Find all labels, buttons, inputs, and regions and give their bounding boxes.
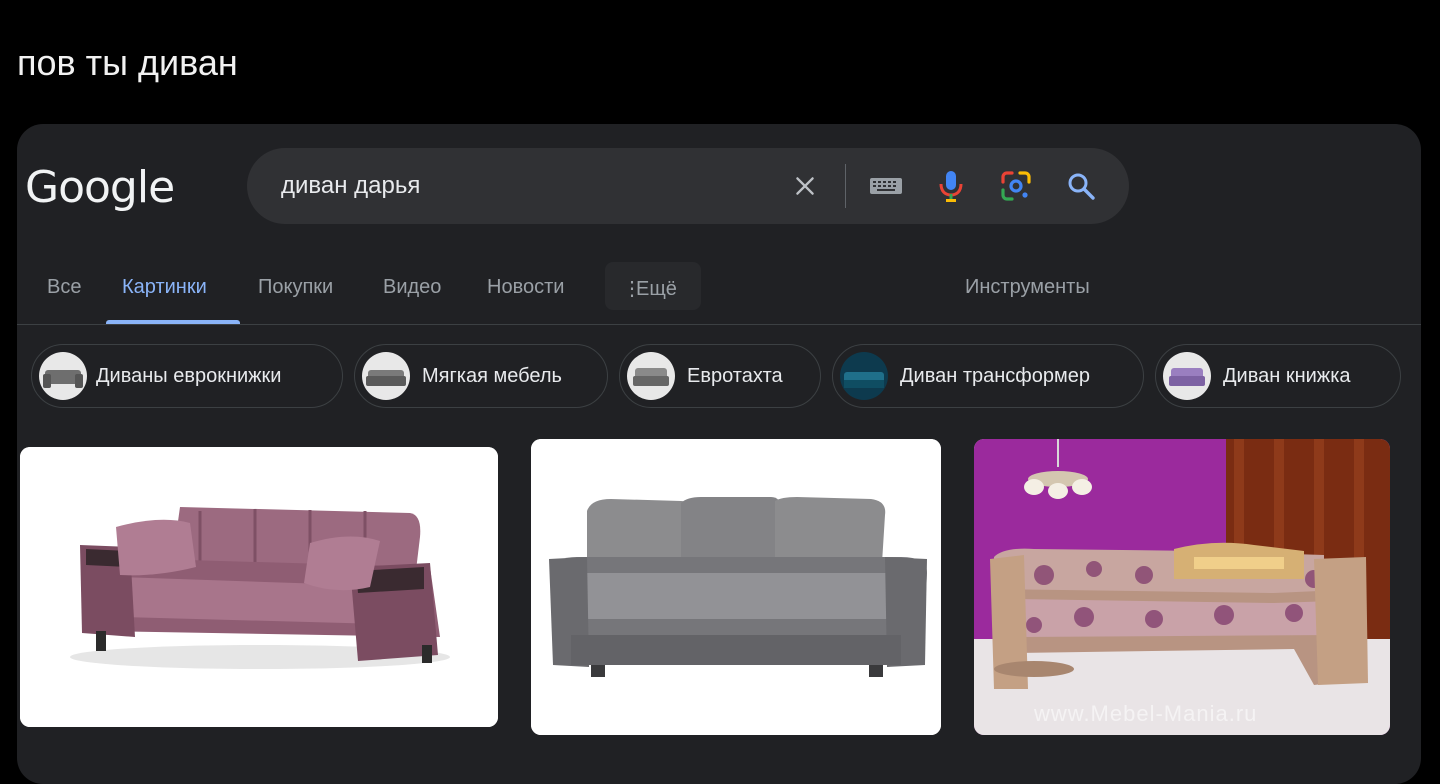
tools-tab[interactable]: Инструменты (965, 276, 1090, 299)
tab-more[interactable]: ⋮Ещё (622, 276, 677, 301)
image-result-3[interactable]: www.Mebel-Mania.ru (974, 439, 1390, 735)
tab-images[interactable]: Картинки (122, 276, 207, 299)
pink-sofa-image (20, 447, 498, 727)
tab-video[interactable]: Видео (383, 276, 441, 299)
chip-thumbnail (39, 352, 87, 400)
search-divider (845, 164, 846, 208)
chip-label: Мягкая мебель (422, 365, 562, 387)
chip-label: Диван книжка (1223, 365, 1351, 387)
image-watermark: www.Mebel-Mania.ru (1034, 701, 1258, 726)
keyboard-icon (870, 178, 902, 194)
clear-button[interactable] (785, 166, 825, 206)
lens-icon (1001, 171, 1031, 201)
chip-book-sofa[interactable]: Диван книжка (1155, 344, 1401, 408)
tab-news[interactable]: Новости (487, 276, 564, 299)
chip-soft-furniture[interactable]: Мягкая мебель (354, 344, 608, 408)
chip-thumbnail (1163, 352, 1211, 400)
chip-thumbnail (627, 352, 675, 400)
tab-shopping[interactable]: Покупки (258, 276, 333, 299)
chip-thumbnail (362, 352, 410, 400)
chip-eurotahta[interactable]: Евротахта (619, 344, 821, 408)
google-screenshot: Google диван дарья Все Картинки Покупки … (17, 124, 1421, 784)
lens-button[interactable] (996, 166, 1036, 206)
close-icon (796, 177, 814, 195)
corner-sofa-image (974, 439, 1390, 735)
keyboard-button[interactable] (866, 166, 906, 206)
chip-label: Диван трансформер (900, 365, 1090, 387)
more-vert-icon: ⋮ (622, 278, 642, 300)
chip-label: Евротахта (687, 365, 783, 387)
google-logo[interactable]: Google (25, 162, 175, 213)
post-caption: пов ты диван (17, 42, 238, 83)
voice-search-button[interactable] (931, 166, 971, 206)
chip-label: Диваны еврокнижки (96, 365, 282, 387)
tab-more-label: Ещё (636, 278, 677, 300)
image-result-1[interactable] (20, 447, 498, 727)
chip-thumbnail (840, 352, 888, 400)
search-button[interactable] (1061, 166, 1101, 206)
grey-sofa-image (531, 439, 941, 735)
search-input[interactable]: диван дарья (281, 172, 420, 200)
image-result-2[interactable] (531, 439, 941, 735)
search-icon (1068, 173, 1095, 200)
chip-transformer-sofa[interactable]: Диван трансформер (832, 344, 1144, 408)
search-box[interactable]: диван дарья (247, 148, 1129, 224)
search-tabs: Все Картинки Покупки Видео Новости ⋮Ещё … (17, 264, 1421, 326)
chip-euro-book-sofas[interactable]: Диваны еврокнижки (31, 344, 343, 408)
tabs-divider (17, 324, 1421, 325)
mic-icon (939, 171, 963, 202)
tab-all[interactable]: Все (47, 276, 81, 299)
